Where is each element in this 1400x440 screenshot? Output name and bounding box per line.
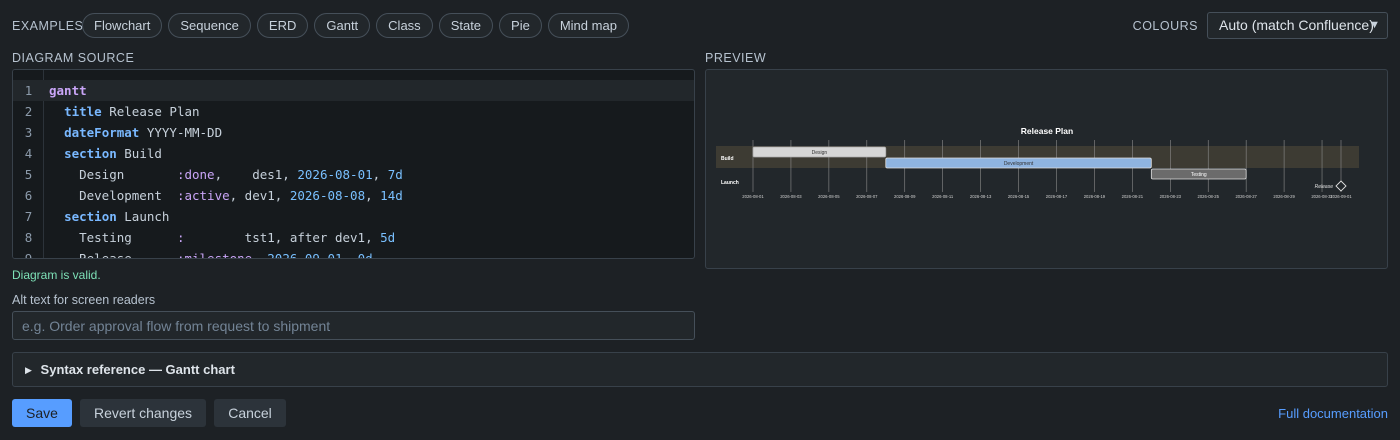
- tick-label: 2026-08-01: [742, 194, 764, 199]
- line-number: 8: [24, 230, 33, 245]
- example-chip-class[interactable]: Class: [376, 13, 433, 38]
- tick-label: 2026-08-29: [1273, 194, 1295, 199]
- code-editor[interactable]: 1 gantt 2 title Release Plan 3 dateFormat Y…: [12, 69, 695, 259]
- colours-label: COLOURS: [1132, 19, 1198, 33]
- task-label: Testing: [1191, 172, 1207, 178]
- task-label: Design: [812, 150, 828, 156]
- colours-select-value: Auto (match Confluence): [1219, 17, 1374, 33]
- save-button[interactable]: Save: [12, 399, 72, 427]
- code-text: dateFormat YYYY-MM-DD: [64, 125, 223, 140]
- code-line: 8 Testing : tst1, after dev1, 5d: [13, 227, 694, 248]
- code-text: Testing : tst1, after dev1, 5d: [49, 230, 396, 245]
- line-number: 7: [24, 209, 33, 224]
- tick-label: 2026-08-15: [1008, 194, 1030, 199]
- task-label: Development: [1004, 161, 1034, 167]
- line-number: 9: [24, 251, 33, 259]
- code-line: 2 title Release Plan: [13, 101, 694, 122]
- revert-changes-button[interactable]: Revert changes: [80, 399, 206, 427]
- line-number: 5: [24, 167, 33, 182]
- examples-label: EXAMPLES: [12, 19, 84, 33]
- tick-label: 2026-08-21: [1122, 194, 1144, 199]
- tick-label: 2026-09-01: [1330, 194, 1352, 199]
- code-text: gantt: [49, 83, 87, 98]
- line-number: 2: [24, 104, 33, 119]
- tick-label: 2026-08-03: [780, 194, 802, 199]
- cancel-button[interactable]: Cancel: [214, 399, 286, 427]
- line-number: 1: [24, 83, 33, 98]
- example-chip-sequence[interactable]: Sequence: [168, 13, 251, 38]
- example-chip-flowchart[interactable]: Flowchart: [82, 13, 163, 38]
- code-line: 5 Design :done, des1, 2026-08-01, 7d: [13, 164, 694, 185]
- line-number: 3: [24, 125, 33, 140]
- example-chip-erd[interactable]: ERD: [256, 13, 309, 38]
- code-line: 7 section Launch: [13, 206, 694, 227]
- example-chip-gantt[interactable]: Gantt: [314, 13, 371, 38]
- example-chip-mind-map[interactable]: Mind map: [547, 13, 629, 38]
- example-chip-state[interactable]: State: [438, 13, 494, 38]
- diagram-preview: Release Plan Build Launch Design Development…: [705, 69, 1388, 269]
- line-number: 4: [24, 146, 33, 161]
- tick-label: 2026-08-17: [1046, 194, 1068, 199]
- code-text: section Build: [64, 146, 162, 161]
- disclosure-triangle-icon: ▶: [25, 365, 32, 375]
- tick-label: 2026-08-27: [1235, 194, 1257, 199]
- example-chip-pie[interactable]: Pie: [499, 13, 542, 38]
- code-line: 9 Release :milestone, 2026-09-01, 0d: [13, 248, 694, 259]
- example-chips: Flowchart Sequence ERD Gantt Class State…: [82, 13, 629, 38]
- diagram-source-label: DIAGRAM SOURCE: [12, 51, 135, 65]
- chart-title: Release Plan: [1021, 126, 1073, 136]
- validation-message: Diagram is valid.: [12, 268, 101, 282]
- tick-label: 2026-08-25: [1198, 194, 1220, 199]
- tick-label: 2026-08-07: [856, 194, 878, 199]
- code-line: 3 dateFormat YYYY-MM-DD: [13, 122, 694, 143]
- tick-label: 2026-08-11: [932, 194, 954, 199]
- toolbar: EXAMPLES Flowchart Sequence ERD Gantt Cl…: [12, 12, 1388, 40]
- colours-select[interactable]: Auto (match Confluence) ▼: [1207, 12, 1388, 39]
- code-text: title Release Plan: [64, 104, 200, 119]
- code-line: 1 gantt: [13, 80, 694, 101]
- section-label: Build: [721, 156, 734, 162]
- code-text: Design :done, des1, 2026-08-01, 7d: [49, 167, 403, 182]
- code-line: 4 section Build: [13, 143, 694, 164]
- syntax-reference-label: Syntax reference — Gantt chart: [40, 362, 235, 377]
- tick-label: 2026-08-13: [970, 194, 992, 199]
- alt-text-input[interactable]: [12, 311, 695, 340]
- code-text: section Launch: [64, 209, 170, 224]
- milestone-label: Release: [1315, 184, 1334, 190]
- code-text: Release :milestone, 2026-09-01, 0d: [49, 251, 373, 259]
- tick-label: 2026-08-05: [818, 194, 840, 199]
- section-band-launch: [716, 168, 1359, 190]
- gantt-chart: Release Plan Build Launch Design Development…: [716, 126, 1359, 199]
- tick-label: 2026-08-23: [1160, 194, 1182, 199]
- alt-text-label: Alt text for screen readers: [12, 293, 156, 307]
- chevron-down-icon: ▼: [1369, 19, 1380, 31]
- tick-label: 2026-08-19: [1084, 194, 1106, 199]
- full-documentation-link[interactable]: Full documentation: [1278, 406, 1388, 421]
- code-text: Development :active, dev1, 2026-08-08, 1…: [49, 188, 403, 203]
- section-label: Launch: [721, 180, 739, 186]
- syntax-reference-toggle[interactable]: ▶ Syntax reference — Gantt chart: [12, 352, 1388, 387]
- line-number: 6: [24, 188, 33, 203]
- preview-label: PREVIEW: [705, 51, 767, 65]
- tick-label: 2026-08-09: [894, 194, 916, 199]
- code-line: 6 Development :active, dev1, 2026-08-08,…: [13, 185, 694, 206]
